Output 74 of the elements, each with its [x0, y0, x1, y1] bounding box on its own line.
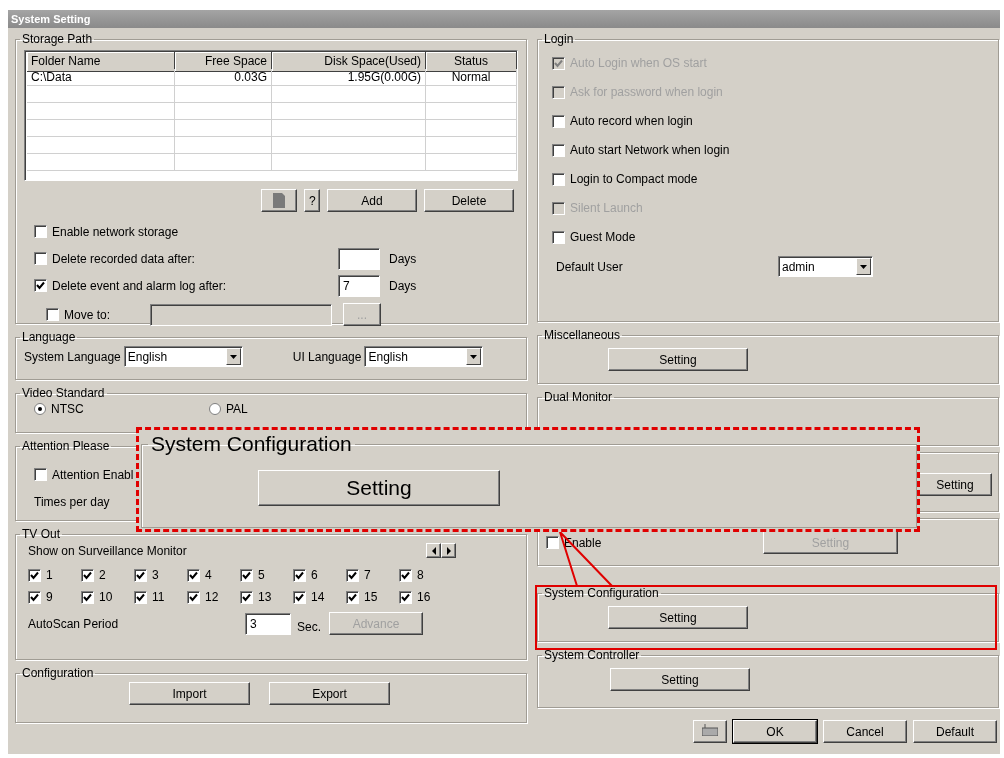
- radio-label: NTSC: [51, 402, 84, 416]
- setting-button[interactable]: Setting: [608, 606, 748, 629]
- table-cell: C:\Data: [27, 69, 175, 86]
- dropdown[interactable]: English: [364, 346, 484, 367]
- checkbox-label: 3: [152, 568, 159, 582]
- setting-button[interactable]: Setting: [258, 470, 500, 506]
- group-title: System Configuration: [150, 432, 353, 456]
- setting-button[interactable]: Setting: [610, 668, 750, 691]
- window-title: System Setting: [8, 10, 1000, 28]
- checkbox-label: 2: [99, 568, 106, 582]
- group-title: Attention Please: [21, 439, 111, 453]
- checkbox-label: 6: [311, 568, 318, 582]
- checkbox-label: 1: [46, 568, 53, 582]
- setting-button[interactable]: Setting: [608, 348, 748, 371]
- dialog-button[interactable]: Cancel: [823, 720, 907, 743]
- field-label: System Language: [24, 349, 121, 364]
- checkbox-label: Move to:: [64, 307, 111, 322]
- checkbox-label: 14: [311, 590, 325, 604]
- column-header[interactable]: Disk Space(Used): [272, 52, 426, 72]
- column-header[interactable]: Folder Name: [27, 52, 175, 72]
- group-title: Language: [21, 330, 77, 344]
- table-cell: 1.95G(0.00G): [272, 69, 426, 86]
- checkbox-label: 16: [417, 590, 431, 604]
- storage-button[interactable]: Add: [327, 189, 417, 212]
- checkbox-label: Guest Mode: [570, 230, 636, 244]
- group-title: Login: [543, 32, 575, 46]
- radio-label: PAL: [226, 402, 248, 416]
- field-label: UI Language: [292, 349, 362, 364]
- help-button[interactable]: ?: [304, 189, 320, 212]
- config-button[interactable]: Import: [129, 682, 250, 705]
- checkbox-label: 9: [46, 590, 53, 604]
- setting-button[interactable]: Setting: [918, 473, 992, 496]
- column-header[interactable]: Status: [426, 52, 517, 72]
- checkbox-label: 12: [205, 590, 219, 604]
- column-header[interactable]: Free Space: [175, 52, 272, 72]
- unit-label: Days: [389, 251, 417, 266]
- group-title: Dual Monitor: [543, 390, 614, 404]
- dropdown[interactable]: English: [123, 346, 243, 367]
- checkbox-label: 11: [152, 590, 165, 604]
- days-field[interactable]: 7: [338, 274, 380, 297]
- dialog-button[interactable]: Default: [913, 720, 997, 743]
- table-cell: Normal: [426, 69, 517, 86]
- group-title: TV Out: [21, 527, 61, 541]
- unit-label: Sec.: [297, 619, 321, 634]
- checkbox-label: 4: [205, 568, 212, 582]
- checkbox-label: 7: [364, 568, 371, 582]
- storage-button[interactable]: Delete: [424, 189, 514, 212]
- dialog-button[interactable]: OK: [733, 720, 817, 743]
- checkbox-label: Auto start Network when login: [570, 143, 730, 157]
- table-cell: 0.03G: [175, 69, 272, 86]
- checkbox-label: 5: [258, 568, 265, 582]
- field-label: AutoScan Period: [28, 616, 120, 631]
- group-title: Storage Path: [21, 32, 94, 46]
- field-label: Default User: [556, 259, 624, 274]
- checkbox-label: 13: [258, 590, 272, 604]
- checkbox-label: 10: [99, 590, 113, 604]
- field-label: Times per day: [34, 494, 110, 509]
- group-title: Configuration: [21, 666, 95, 680]
- dropdown[interactable]: admin: [778, 256, 873, 277]
- group-title: Miscellaneous: [543, 328, 622, 342]
- checkbox-label: Login to Compact mode: [570, 172, 698, 186]
- group-title: Video Standard: [21, 386, 106, 400]
- unit-label: Days: [389, 278, 417, 293]
- config-button[interactable]: Export: [269, 682, 390, 705]
- checkbox-label: 15: [364, 590, 378, 604]
- checkbox-label: Enable network storage: [52, 224, 179, 239]
- checkbox-label: Delete recorded data after:: [52, 251, 195, 266]
- checkbox-label: Delete event and alarm log after:: [52, 278, 227, 293]
- group-title: System Configuration: [543, 586, 660, 600]
- checkbox-label: 8: [417, 568, 424, 582]
- subtitle: Show on Surveillance Monitor: [28, 543, 187, 558]
- checkbox-label: Attention Enabl: [52, 467, 134, 482]
- group-title: System Controller: [543, 648, 641, 662]
- checkbox-label: Auto record when login: [570, 114, 693, 128]
